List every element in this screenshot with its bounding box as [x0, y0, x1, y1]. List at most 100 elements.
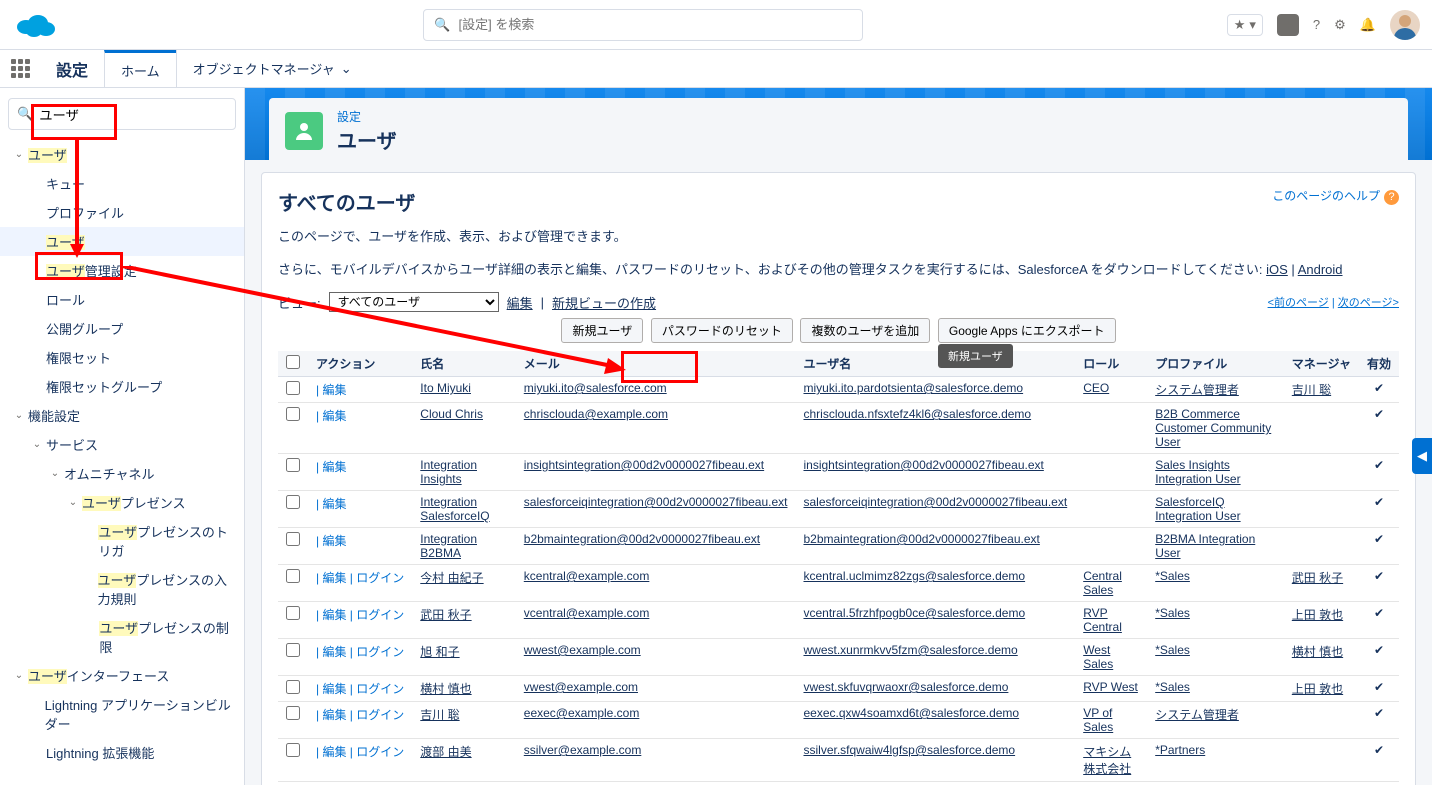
- user-username-link[interactable]: vwest.skfuvqrwaoxr@salesforce.demo: [803, 680, 1008, 694]
- breadcrumb[interactable]: 設定: [337, 108, 397, 125]
- view-select[interactable]: すべてのユーザ: [329, 292, 499, 312]
- user-name-link[interactable]: Integration Insights: [420, 458, 477, 486]
- sidebar-item[interactable]: ⌄ユーザ: [0, 140, 244, 169]
- edit-link[interactable]: 編集: [322, 497, 346, 511]
- col-mail[interactable]: メール: [516, 351, 796, 377]
- user-username-link[interactable]: miyuki.ito.pardotsienta@salesforce.demo: [803, 381, 1023, 395]
- login-link[interactable]: ログイン: [356, 682, 404, 696]
- user-username-link[interactable]: wwest.xunrmkvv5fzm@salesforce.demo: [803, 643, 1017, 657]
- user-name-link[interactable]: Integration B2BMA: [420, 532, 477, 560]
- sidebar-item[interactable]: キュー: [0, 169, 244, 198]
- user-name-link[interactable]: 吉川 聡: [420, 708, 459, 722]
- user-profile-link[interactable]: システム管理者: [1155, 708, 1239, 722]
- user-role-link[interactable]: マキシム株式会社: [1083, 745, 1131, 776]
- prev-page-link[interactable]: <前のページ: [1268, 297, 1329, 309]
- row-checkbox[interactable]: [286, 495, 300, 509]
- reset-password-button[interactable]: パスワードのリセット: [651, 318, 793, 343]
- user-profile-link[interactable]: B2B Commerce Customer Community User: [1155, 407, 1271, 449]
- sidebar-item[interactable]: ユーザプレゼンスの制限: [0, 613, 244, 661]
- sidebar-item[interactable]: ⌄機能設定: [0, 401, 244, 430]
- user-profile-link[interactable]: *Sales: [1155, 680, 1190, 694]
- edit-link[interactable]: 編集: [322, 383, 346, 397]
- row-checkbox[interactable]: [286, 706, 300, 720]
- user-role-link[interactable]: West Sales: [1083, 643, 1113, 671]
- user-manager-link[interactable]: 上田 敦也: [1292, 608, 1343, 622]
- col-active[interactable]: 有効: [1359, 351, 1399, 377]
- login-link[interactable]: ログイン: [356, 645, 404, 659]
- edit-link[interactable]: 編集: [322, 708, 346, 722]
- user-mail-link[interactable]: vwest@example.com: [524, 680, 638, 694]
- user-username-link[interactable]: salesforceiqintegration@00d2v0000027fibe…: [803, 495, 1067, 509]
- user-name-link[interactable]: 渡部 由美: [420, 745, 471, 759]
- user-username-link[interactable]: kcentral.uclmimz82zgs@salesforce.demo: [803, 569, 1025, 583]
- new-user-button[interactable]: 新規ユーザ: [561, 318, 643, 343]
- user-mail-link[interactable]: miyuki.ito@salesforce.com: [524, 381, 667, 395]
- sidebar-item[interactable]: ロール: [0, 285, 244, 314]
- row-checkbox[interactable]: [286, 532, 300, 546]
- row-checkbox[interactable]: [286, 569, 300, 583]
- user-role-link[interactable]: RVP Central: [1083, 606, 1122, 634]
- sidebar-item[interactable]: ユーザプレゼンスのトリガ: [0, 517, 244, 565]
- edit-link[interactable]: 編集: [322, 745, 346, 759]
- notifications-icon[interactable]: 🔔: [1360, 17, 1376, 33]
- side-panel-toggle[interactable]: ◀: [1412, 438, 1432, 474]
- app-launcher-icon[interactable]: [0, 50, 40, 87]
- edit-link[interactable]: 編集: [322, 682, 346, 696]
- edit-link[interactable]: 編集: [322, 571, 346, 585]
- sidebar-item[interactable]: 権限セットグループ: [0, 372, 244, 401]
- col-manager[interactable]: マネージャ: [1284, 351, 1359, 377]
- user-profile-link[interactable]: Sales Insights Integration User: [1155, 458, 1240, 486]
- user-role-link[interactable]: Central Sales: [1083, 569, 1122, 597]
- sidebar-item[interactable]: Lightning アプリケーションビルダー: [0, 690, 244, 738]
- login-link[interactable]: ログイン: [356, 708, 404, 722]
- tab-home[interactable]: ホーム: [104, 50, 176, 87]
- salesforce-logo[interactable]: [12, 9, 60, 41]
- user-mail-link[interactable]: insightsintegration@00d2v0000027fibeau.e…: [524, 458, 764, 472]
- user-username-link[interactable]: chrisclouda.nfsxtefz4kl6@salesforce.demo: [803, 407, 1031, 421]
- edit-link[interactable]: 編集: [322, 534, 346, 548]
- sidebar-item[interactable]: ⌄ユーザプレゼンス: [0, 488, 244, 517]
- edit-link[interactable]: 編集: [322, 608, 346, 622]
- user-name-link[interactable]: 武田 秋子: [420, 608, 471, 622]
- user-name-link[interactable]: Cloud Chris: [420, 407, 483, 421]
- row-checkbox[interactable]: [286, 680, 300, 694]
- user-mail-link[interactable]: kcentral@example.com: [524, 569, 650, 583]
- user-name-link[interactable]: 旭 和子: [420, 645, 459, 659]
- next-page-link[interactable]: 次のページ>: [1338, 297, 1399, 309]
- user-manager-link[interactable]: 上田 敦也: [1292, 682, 1343, 696]
- sidebar-item[interactable]: 権限セット: [0, 343, 244, 372]
- user-manager-link[interactable]: 吉川 聡: [1292, 383, 1331, 397]
- edit-view-link[interactable]: 編集: [507, 293, 533, 312]
- global-search[interactable]: 🔍: [423, 9, 863, 41]
- user-role-link[interactable]: VP of Sales: [1083, 706, 1113, 734]
- user-profile-link[interactable]: *Sales: [1155, 569, 1190, 583]
- row-checkbox[interactable]: [286, 743, 300, 757]
- user-role-link[interactable]: RVP West: [1083, 680, 1138, 694]
- user-profile-link[interactable]: SalesforceIQ Integration User: [1155, 495, 1240, 523]
- global-add-button[interactable]: ＋: [1277, 14, 1299, 36]
- sidebar-item[interactable]: 公開グループ: [0, 314, 244, 343]
- avatar[interactable]: [1390, 10, 1420, 40]
- quick-find[interactable]: 🔍: [8, 98, 236, 130]
- setup-gear-icon[interactable]: ⚙: [1334, 17, 1346, 33]
- tab-object-manager[interactable]: オブジェクトマネージャ⌄: [176, 50, 368, 87]
- page-help-link[interactable]: このページのヘルプ?: [1272, 187, 1399, 205]
- user-username-link[interactable]: insightsintegration@00d2v0000027fibeau.e…: [803, 458, 1043, 472]
- global-search-input[interactable]: [459, 17, 853, 32]
- quick-find-input[interactable]: [39, 107, 227, 122]
- row-checkbox[interactable]: [286, 407, 300, 421]
- user-profile-link[interactable]: *Sales: [1155, 643, 1190, 657]
- add-multiple-users-button[interactable]: 複数のユーザを追加: [800, 318, 930, 343]
- user-username-link[interactable]: b2bmaintegration@00d2v0000027fibeau.ext: [803, 532, 1039, 546]
- row-checkbox[interactable]: [286, 381, 300, 395]
- android-link[interactable]: Android: [1298, 262, 1343, 277]
- col-profile[interactable]: プロファイル: [1147, 351, 1284, 377]
- user-username-link[interactable]: ssilver.sfqwaiw4lgfsp@salesforce.demo: [803, 743, 1015, 757]
- user-username-link[interactable]: eexec.qxw4soamxd6t@salesforce.demo: [803, 706, 1019, 720]
- edit-link[interactable]: 編集: [322, 460, 346, 474]
- sidebar-item[interactable]: ユーザ管理設定: [0, 256, 244, 285]
- login-link[interactable]: ログイン: [356, 745, 404, 759]
- user-name-link[interactable]: Integration SalesforceIQ: [420, 495, 489, 523]
- col-username[interactable]: ユーザ名: [795, 351, 1075, 377]
- login-link[interactable]: ログイン: [356, 608, 404, 622]
